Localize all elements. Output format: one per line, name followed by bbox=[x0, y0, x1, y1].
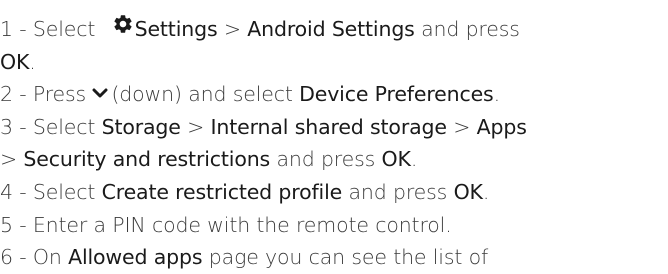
step-5-line: 5 - Enter a PIN code with the remote con… bbox=[0, 209, 668, 242]
allowed-apps-label: Allowed apps bbox=[68, 245, 203, 270]
step-3-line-1: 3 - Select Storage > Internal shared sto… bbox=[0, 111, 668, 144]
separator: > bbox=[217, 17, 248, 41]
device-preferences-label: Device Preferences bbox=[299, 82, 494, 107]
settings-label: Settings bbox=[134, 17, 218, 41]
step-text: . bbox=[29, 49, 36, 74]
separator: > bbox=[446, 114, 477, 139]
step-text: page you can see the list of bbox=[202, 245, 489, 270]
step-number: 3 - bbox=[0, 114, 33, 139]
step-text: (down) and select bbox=[111, 82, 300, 107]
step-text: . bbox=[410, 147, 418, 172]
step-text: . bbox=[493, 82, 501, 107]
step-text: Select bbox=[32, 179, 102, 204]
step-number: 5 - bbox=[0, 212, 33, 237]
step-4-line: 4 - Select Create restricted profile and… bbox=[0, 176, 668, 209]
gear-icon bbox=[112, 12, 134, 45]
step-number: 1 - bbox=[0, 17, 33, 41]
internal-storage-label: Internal shared storage bbox=[210, 114, 447, 139]
step-text: Select bbox=[32, 17, 102, 41]
apps-label: Apps bbox=[476, 114, 527, 139]
create-restricted-profile-label: Create restricted profile bbox=[101, 179, 343, 204]
step-3-line-2: > Security and restrictions and press OK… bbox=[0, 143, 668, 176]
step-text: Press bbox=[32, 82, 93, 107]
ok-label: OK bbox=[453, 179, 483, 204]
step-text: and press bbox=[270, 147, 382, 172]
step-6-line: 6 - On Allowed apps page you can see the… bbox=[0, 241, 668, 274]
step-1-line-1: 1 - Select Settings > Android Settings a… bbox=[0, 13, 668, 46]
step-1-line-2: OK. bbox=[0, 46, 668, 79]
step-text: and press bbox=[342, 179, 454, 204]
step-text: and press bbox=[414, 17, 520, 41]
security-restrictions-label: Security and restrictions bbox=[23, 147, 271, 172]
ok-label: OK bbox=[381, 147, 411, 172]
storage-label: Storage bbox=[101, 114, 181, 139]
separator: > bbox=[180, 114, 211, 139]
step-text: . bbox=[482, 179, 490, 204]
instruction-steps: 1 - Select Settings > Android Settings a… bbox=[0, 13, 668, 274]
step-2-line: 2 - Press (down) and select Device Prefe… bbox=[0, 78, 668, 111]
step-number: 4 - bbox=[0, 179, 33, 204]
step-text: Select bbox=[32, 114, 102, 139]
step-number: 6 - bbox=[0, 245, 33, 270]
ok-label: OK bbox=[0, 49, 30, 74]
step-number: 2 - bbox=[0, 82, 33, 107]
separator: > bbox=[0, 147, 24, 172]
chevron-down-icon bbox=[92, 77, 108, 110]
step-text: Enter a PIN code with the remote control… bbox=[32, 212, 452, 237]
step-text: On bbox=[32, 245, 69, 270]
android-settings-label: Android Settings bbox=[247, 17, 415, 41]
